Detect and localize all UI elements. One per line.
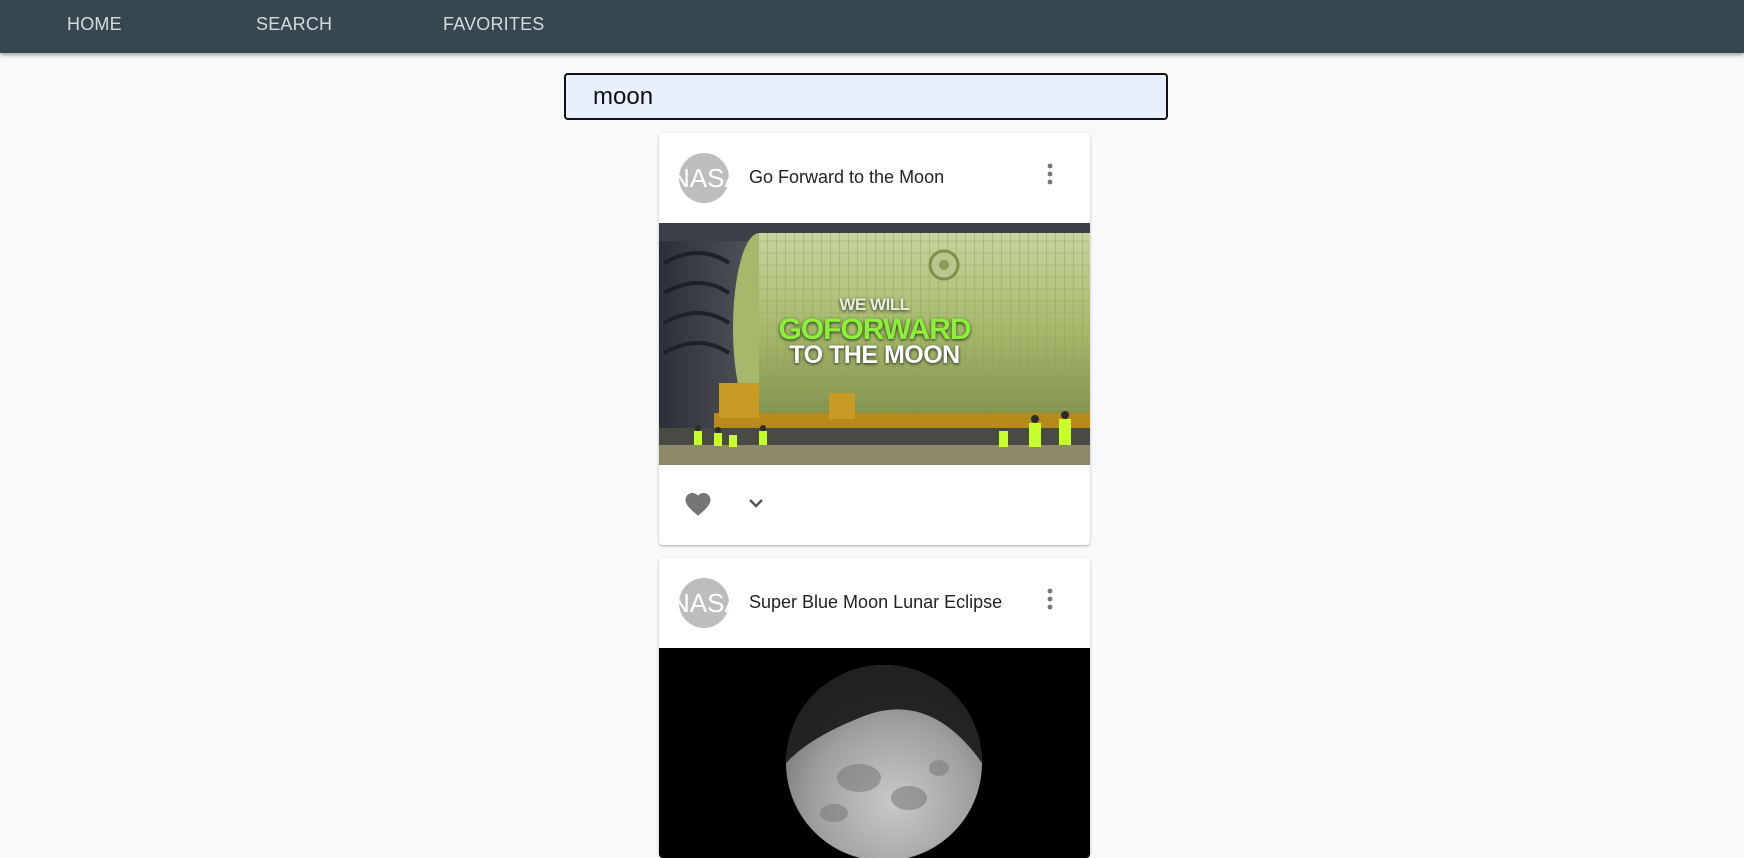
lunar-eclipse-image	[659, 648, 1090, 858]
result-card: NASA Go Forward to the Moon	[659, 133, 1090, 545]
card-image[interactable]: WE WILL GOFORWARD TO THE MOON	[659, 223, 1090, 465]
card-title: Super Blue Moon Lunar Eclipse	[749, 592, 1003, 612]
overlay-line-1: WE WILL	[839, 295, 910, 314]
card-image[interactable]	[659, 648, 1090, 858]
nav-favorites-link[interactable]: FAVORITES	[443, 14, 545, 35]
avatar: NASA	[679, 578, 729, 628]
nav-search-link[interactable]: SEARCH	[256, 14, 332, 35]
overlay-line-3: TO THE MOON	[789, 341, 960, 369]
card-actions	[659, 465, 1090, 545]
nav-home-link[interactable]: HOME	[67, 14, 122, 35]
heart-icon[interactable]	[683, 489, 713, 517]
avatar-text: NASA	[679, 163, 729, 193]
more-vert-icon[interactable]	[1038, 161, 1062, 187]
top-navbar: HOME SEARCH FAVORITES	[0, 0, 1744, 53]
result-card: NASA Super Blue Moon Lunar Eclipse	[659, 558, 1090, 858]
card-title: Go Forward to the Moon	[749, 167, 945, 187]
more-vert-icon[interactable]	[1038, 586, 1062, 612]
chevron-down-icon[interactable]	[746, 493, 766, 513]
avatar: NASA	[679, 153, 729, 203]
avatar-text: NASA	[679, 588, 729, 618]
search-input[interactable]	[564, 73, 1168, 120]
